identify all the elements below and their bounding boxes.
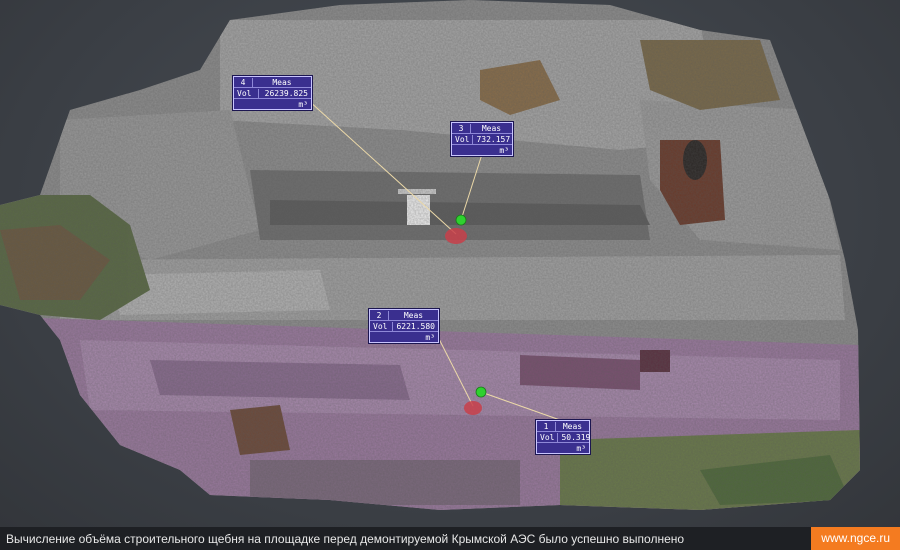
tag-name: Meas xyxy=(272,77,292,87)
tag-volume-value: 732.157 xyxy=(476,134,511,144)
tag-label: Vol xyxy=(452,134,474,144)
tag-index: 4 xyxy=(234,77,253,87)
tag-volume-value: 50.319 xyxy=(561,432,591,442)
point-cloud-scan xyxy=(0,0,860,510)
measurement-tag-2[interactable]: 2 Meas Vol 6221.580 m³ xyxy=(369,309,439,343)
tag-index: 1 xyxy=(537,421,556,431)
tag-index: 2 xyxy=(370,310,389,320)
tag-label: Vol xyxy=(234,88,259,98)
volume-marker-red-upper xyxy=(445,228,467,244)
tag-name: Meas xyxy=(403,310,424,320)
tag-name: Meas xyxy=(481,123,502,133)
tag-label: Vol xyxy=(537,432,559,442)
caption-text: Вычисление объёма строительного щебня на… xyxy=(6,531,685,546)
tag-name: Meas xyxy=(562,421,583,431)
measurement-tag-4[interactable]: 4 Meas Vol 26239.825 m³ xyxy=(233,76,312,110)
tag-unit: m³ xyxy=(298,99,308,109)
measure-point-green-upper xyxy=(455,214,467,226)
measure-point-green-lower xyxy=(475,386,487,398)
tag-unit: m³ xyxy=(499,145,509,155)
measurement-tag-3[interactable]: 3 Meas Vol 732.157 m³ xyxy=(451,122,513,156)
tag-volume-value: 26239.825 xyxy=(264,88,308,98)
site-link[interactable]: www.ngce.ru xyxy=(811,527,900,550)
tag-volume-value: 6221.580 xyxy=(396,321,435,331)
tag-unit: m³ xyxy=(576,443,586,453)
volume-marker-red-lower xyxy=(464,401,482,415)
caption-bar: Вычисление объёма строительного щебня на… xyxy=(0,527,900,550)
tag-index: 3 xyxy=(452,123,471,133)
measurement-tag-1[interactable]: 1 Meas Vol 50.319 m³ xyxy=(536,420,590,454)
tag-label: Vol xyxy=(370,321,394,331)
tag-unit: m³ xyxy=(425,332,435,342)
point-cloud-viewport[interactable]: 4 Meas Vol 26239.825 m³ 3 Meas Vol 732.157 m… xyxy=(0,0,900,527)
